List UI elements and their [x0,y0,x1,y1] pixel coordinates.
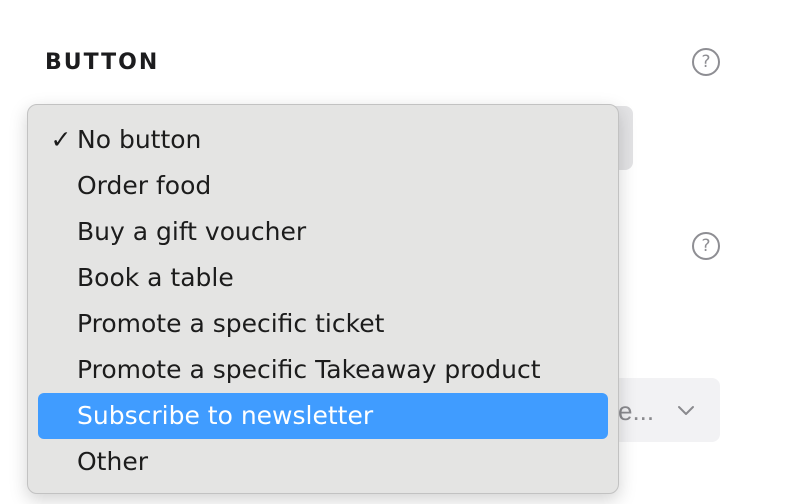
settings-panel: BUTTON ? ? e... ✓ No button Order food B… [0,0,802,504]
menu-item-no-button[interactable]: ✓ No button [38,117,608,163]
menu-item-label: Order food [77,171,212,200]
menu-item-label: No button [77,125,202,154]
menu-item-label: Subscribe to newsletter [77,401,374,430]
menu-item-promote-takeaway-product[interactable]: Promote a specific Takeaway product [38,347,608,393]
menu-item-buy-gift-voucher[interactable]: Buy a gift voucher [38,209,608,255]
menu-item-label: Buy a gift voucher [77,217,307,246]
secondary-select-value: e... [618,396,655,426]
menu-item-label: Promote a specific Takeaway product [77,355,541,384]
menu-item-label: Book a table [77,263,234,292]
section-heading: BUTTON [45,50,160,75]
help-icon[interactable]: ? [692,48,720,76]
menu-item-book-table[interactable]: Book a table [38,255,608,301]
help-icon[interactable]: ? [692,232,720,260]
menu-item-promote-ticket[interactable]: Promote a specific ticket [38,301,608,347]
menu-item-order-food[interactable]: Order food [38,163,608,209]
checkmark-icon: ✓ [50,125,72,154]
menu-item-subscribe-newsletter[interactable]: Subscribe to newsletter [38,393,608,439]
menu-item-label: Other [77,447,148,476]
menu-item-label: Promote a specific ticket [77,309,385,338]
button-type-dropdown-menu: ✓ No button Order food Buy a gift vouche… [27,104,619,494]
menu-item-other[interactable]: Other [38,439,608,485]
chevron-down-icon [678,406,694,415]
